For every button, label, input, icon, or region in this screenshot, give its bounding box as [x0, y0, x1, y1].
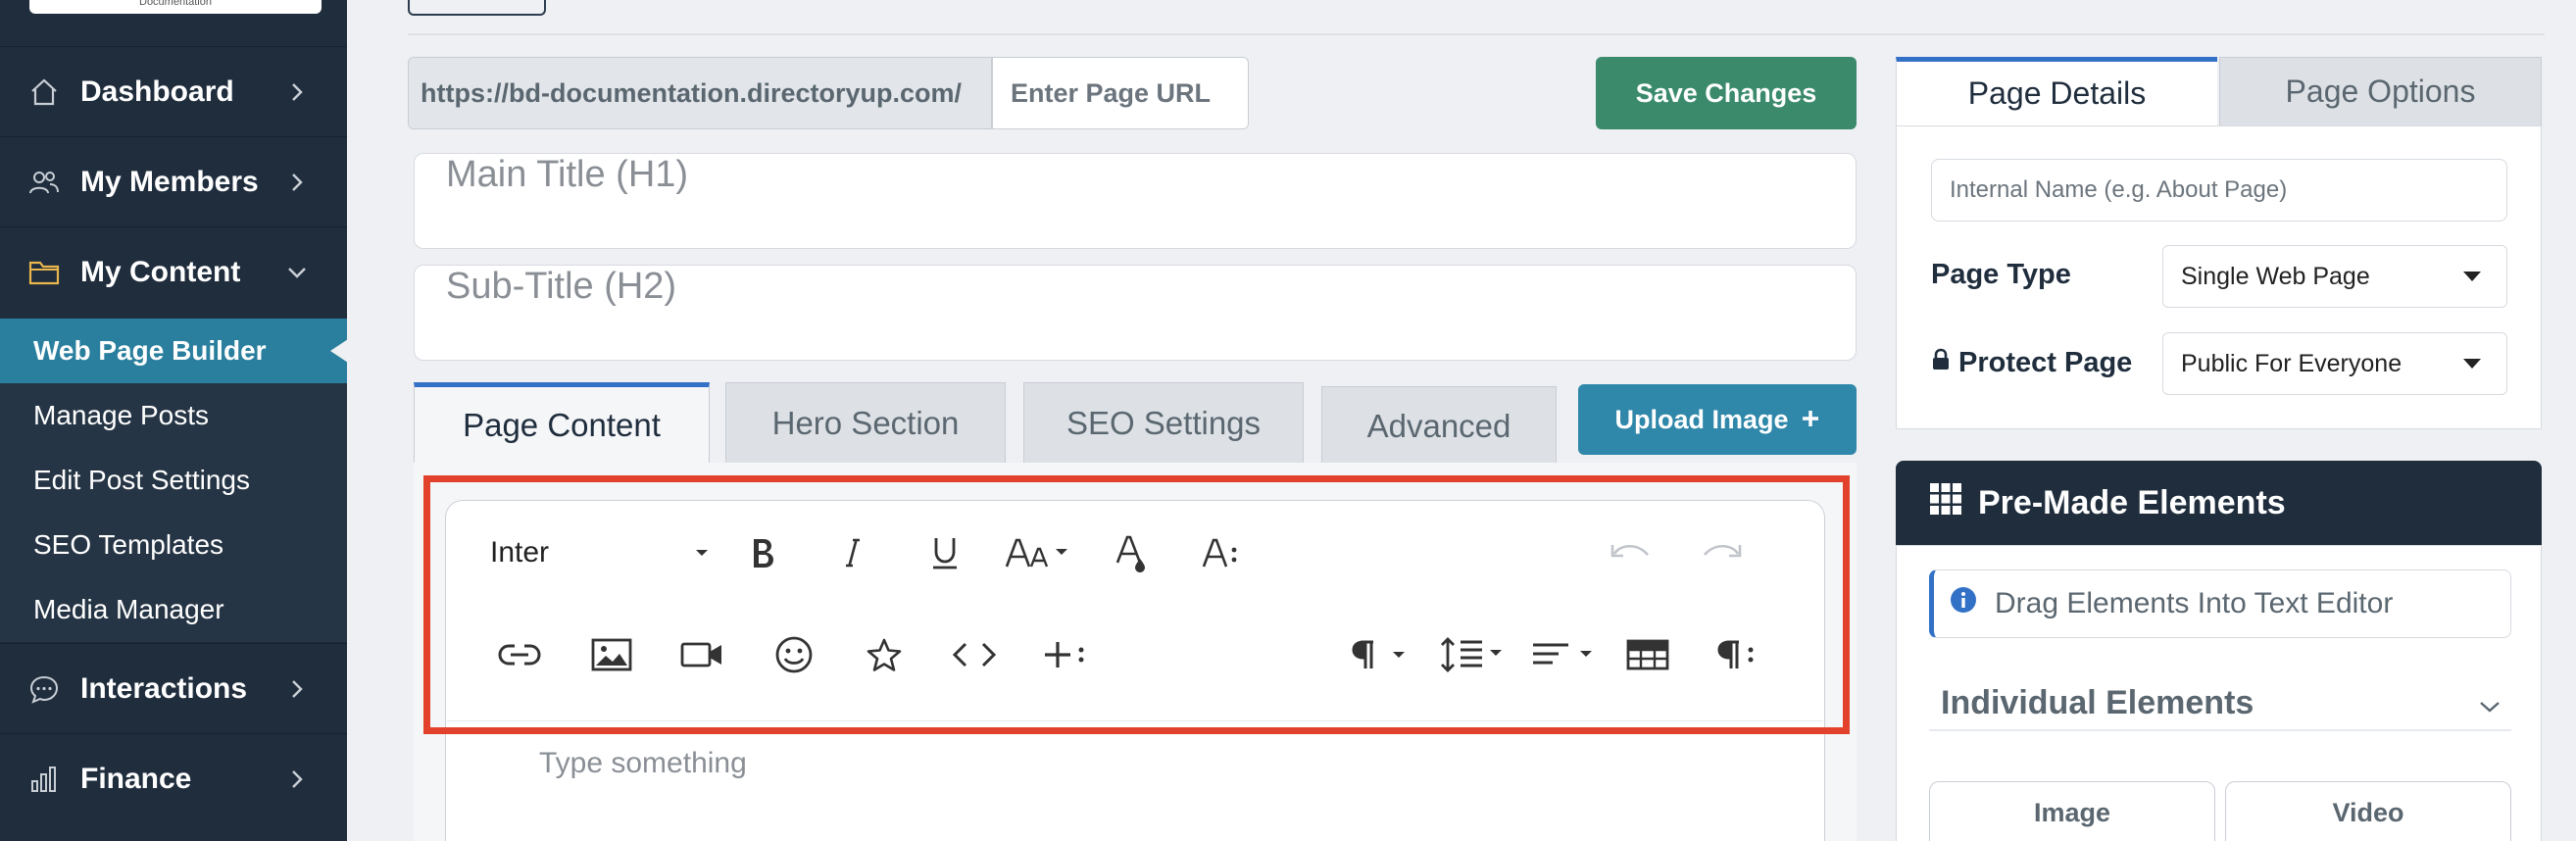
- page-type-label: Page Type: [1931, 259, 2071, 291]
- sidebar-item-interactions[interactable]: Interactions: [0, 643, 347, 733]
- sidebar-subitem-media-manager[interactable]: Media Manager: [0, 577, 347, 642]
- tab-seo-settings[interactable]: SEO Settings: [1023, 382, 1304, 463]
- sidebar-subitem-manage-posts[interactable]: Manage Posts: [0, 383, 347, 448]
- lock-icon: [1931, 347, 1951, 379]
- drag-info-alert: Drag Elements Into Text Editor: [1929, 569, 2511, 638]
- element-video-button[interactable]: Video: [2225, 781, 2511, 841]
- chevron-down-icon: [2478, 684, 2502, 722]
- protect-page-value: Public For Everyone: [2181, 349, 2403, 377]
- users-icon: [27, 166, 61, 199]
- sidebar-item-my-members[interactable]: My Members: [0, 136, 347, 226]
- sidebar-item-my-content[interactable]: My Content: [0, 226, 347, 317]
- sidebar-item-label: My Members: [80, 165, 259, 198]
- grid-icon: [1929, 482, 1962, 524]
- tab-page-details[interactable]: Page Details: [1896, 57, 2217, 125]
- upload-image-button[interactable]: Upload Image: [1578, 384, 1857, 455]
- sidebar-item-label: Finance: [80, 762, 192, 795]
- url-prefix: https://bd-documentation.directoryup.com…: [408, 57, 992, 129]
- chevron-right-icon: [282, 77, 312, 107]
- sidebar-item-label: Dashboard: [80, 74, 234, 108]
- caret-down-icon: [2463, 272, 2481, 281]
- individual-elements-toggle[interactable]: Individual Elements: [1929, 676, 2511, 731]
- info-icon: [1950, 586, 1977, 621]
- premade-elements-header: Pre-Made Elements: [1896, 461, 2542, 545]
- bar-chart-icon: [27, 763, 61, 796]
- logo-text: Documentation: [139, 0, 212, 8]
- premade-elements-title: Pre-Made Elements: [1978, 483, 2286, 521]
- protect-page-label-text: Protect Page: [1958, 347, 2133, 378]
- folder-icon: [27, 256, 61, 289]
- chevron-right-icon: [282, 168, 312, 197]
- page-type-label-text: Page Type: [1931, 259, 2071, 290]
- tab-advanced[interactable]: Advanced: [1321, 386, 1557, 465]
- logo[interactable]: Documentation: [29, 0, 322, 14]
- toolbar-highlight-box: [423, 475, 1850, 734]
- sub-title-input[interactable]: [414, 265, 1857, 361]
- tab-hero-section[interactable]: Hero Section: [725, 382, 1006, 463]
- sidebar-item-label: Interactions: [80, 671, 248, 705]
- sidebar-subitem-edit-post-settings[interactable]: Edit Post Settings: [0, 448, 347, 513]
- sidebar-item-label: My Content: [80, 255, 241, 288]
- sidebar-item-dashboard[interactable]: Dashboard: [0, 46, 347, 136]
- sidebar: Documentation Dashboard My Members My Co…: [0, 0, 348, 841]
- chevron-right-icon: [282, 765, 312, 794]
- editor-content-area[interactable]: Type something: [539, 747, 747, 780]
- chevron-down-icon: [282, 258, 312, 287]
- page-url-input[interactable]: [992, 57, 1249, 129]
- tab-page-options[interactable]: Page Options: [2219, 57, 2542, 125]
- sidebar-item-finance[interactable]: Finance: [0, 733, 347, 823]
- upload-image-label: Upload Image: [1614, 404, 1789, 434]
- drag-info-text: Drag Elements Into Text Editor: [1995, 587, 2394, 619]
- sidebar-subitem-seo-templates[interactable]: SEO Templates: [0, 513, 347, 577]
- sidebar-subitem-web-page-builder[interactable]: Web Page Builder: [0, 319, 348, 383]
- page-type-select[interactable]: Single Web Page: [2162, 245, 2507, 308]
- header-divider: [408, 33, 2545, 35]
- top-back-button[interactable]: [408, 0, 546, 16]
- protect-page-select[interactable]: Public For Everyone: [2162, 332, 2507, 395]
- page-type-value: Single Web Page: [2181, 262, 2370, 290]
- individual-elements-title: Individual Elements: [1941, 683, 2254, 721]
- main-title-input[interactable]: [414, 153, 1857, 249]
- home-icon: [27, 75, 61, 109]
- caret-down-icon: [2463, 359, 2481, 369]
- internal-name-input[interactable]: [1931, 159, 2507, 222]
- element-image-button[interactable]: Image: [1929, 781, 2215, 841]
- tab-page-content[interactable]: Page Content: [414, 382, 710, 463]
- protect-page-label: Protect Page: [1931, 347, 2132, 379]
- save-changes-button[interactable]: Save Changes: [1596, 57, 1857, 129]
- chat-icon: [27, 672, 61, 706]
- chevron-right-icon: [282, 674, 312, 704]
- plus-icon: [1801, 405, 1820, 435]
